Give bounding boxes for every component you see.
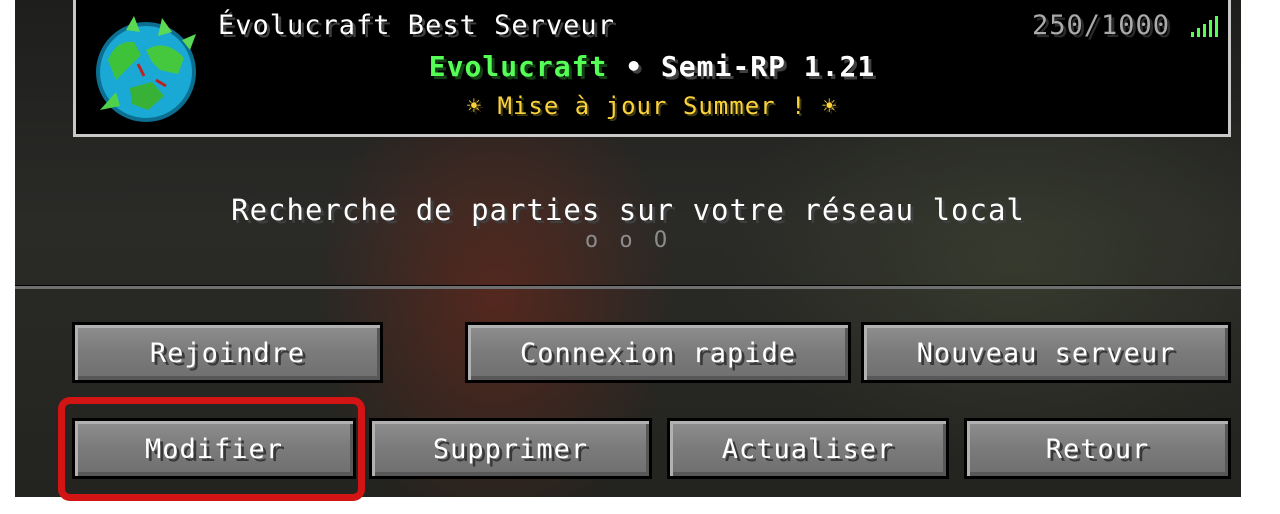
back-button[interactable]: Retour — [964, 418, 1231, 479]
player-count: 250/1000 — [1031, 10, 1170, 41]
edit-button-highlight — [58, 397, 365, 501]
signal-bars-icon — [1191, 16, 1218, 37]
refresh-button[interactable]: Actualiser — [667, 418, 949, 479]
server-name: Évolucraft Best Serveur — [218, 10, 615, 41]
server-motd-line-1: Evolucraft • Semi-RP 1.21 — [76, 50, 1228, 83]
list-divider — [15, 286, 1241, 289]
server-motd-line-2: ☀ Mise à jour Summer ! ☀ — [466, 92, 838, 120]
motd-tagline: Semi-RP 1.21 — [660, 50, 876, 83]
add-server-button[interactable]: Nouveau serveur — [861, 322, 1231, 383]
join-server-button[interactable]: Rejoindre — [72, 322, 383, 383]
lan-scan-status: Recherche de parties sur votre réseau lo… — [231, 193, 1025, 227]
lan-scan-spinner: o o O — [584, 228, 672, 253]
motd-separator: • — [607, 50, 661, 83]
delete-server-button[interactable]: Supprimer — [369, 418, 652, 479]
motd-brand: Evolucraft — [428, 50, 608, 83]
direct-connect-button[interactable]: Connexion rapide — [465, 322, 851, 383]
server-list-entry[interactable]: Évolucraft Best Serveur 250/1000 Evolucr… — [73, 0, 1231, 137]
